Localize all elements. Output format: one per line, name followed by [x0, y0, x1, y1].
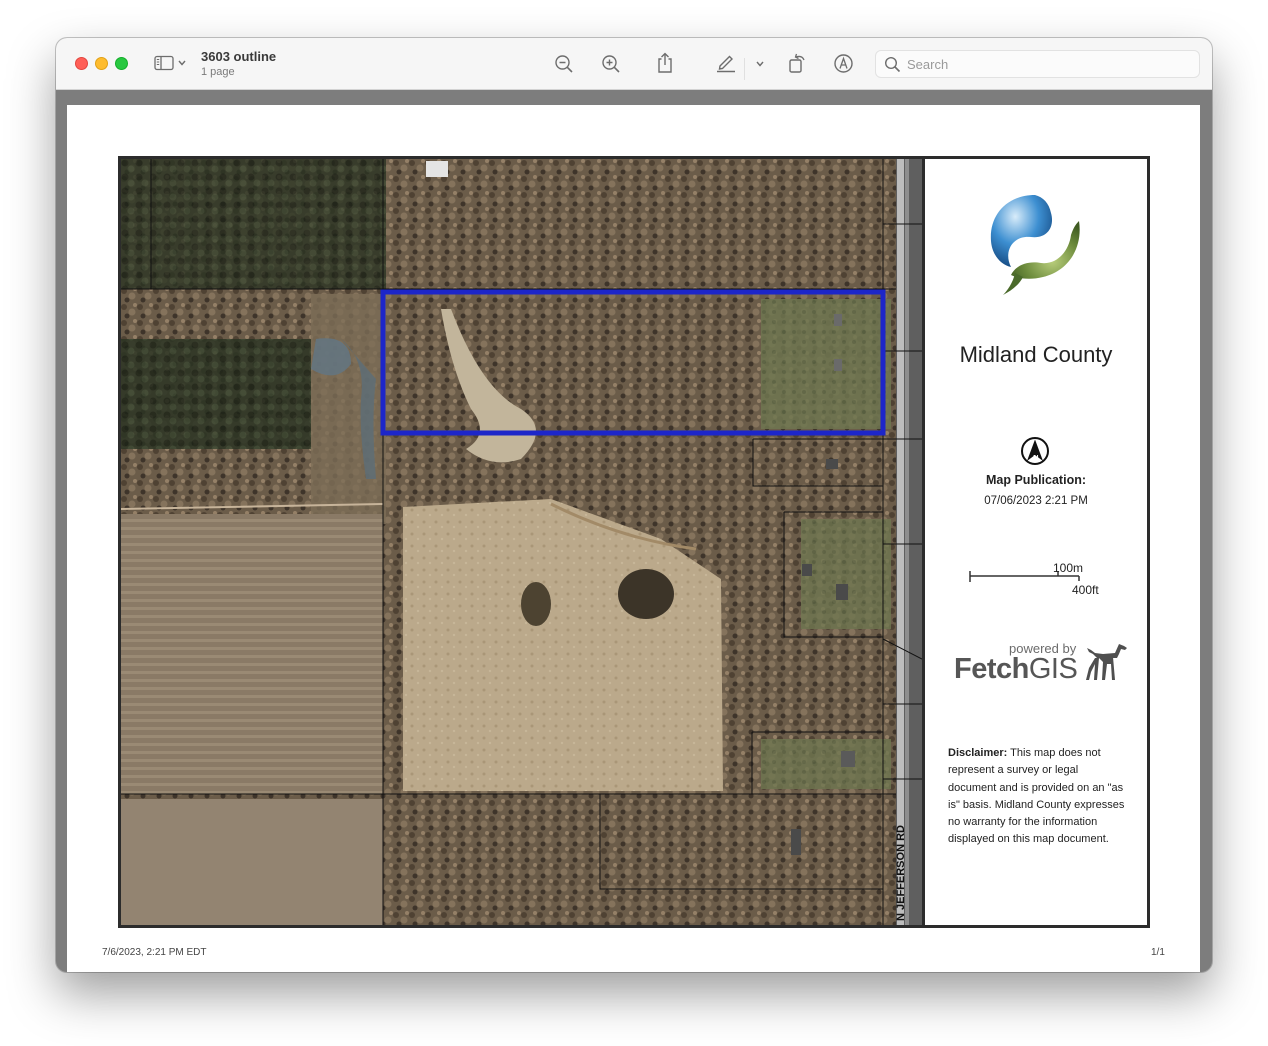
chevron-down-icon[interactable] — [755, 60, 765, 68]
pdf-page: N JEFFERSON RD Midland County N Map Publ… — [67, 105, 1200, 972]
publication-date: 07/06/2023 2:21 PM — [984, 495, 1088, 507]
toolbar-separator — [744, 58, 745, 80]
fetchgis-logo: FetchGIS — [954, 653, 1078, 686]
search-icon — [884, 56, 901, 73]
legend-panel: Midland County N Map Publication: 07/06/… — [925, 159, 1147, 925]
fetchgis-logo-fetch: Fetch — [954, 653, 1029, 685]
dog-logo-icon — [1086, 644, 1127, 680]
svg-text:N: N — [1033, 453, 1038, 462]
aerial-map: N JEFFERSON RD — [121, 159, 922, 925]
road-label: N JEFFERSON RD — [895, 825, 907, 921]
county-logo-icon — [990, 195, 1080, 295]
window-toolbar: 3603 outline 1 page Search — [56, 38, 1212, 90]
document-page-count: 1 page — [201, 66, 235, 78]
scale-metric-label: 100m — [1053, 561, 1084, 575]
minimize-window-button[interactable] — [95, 57, 108, 70]
share-icon[interactable] — [656, 52, 674, 74]
disclaimer-text: This map does not represent a survey or … — [948, 747, 1125, 846]
page-number: 1/1 — [1151, 947, 1165, 958]
fetchgis-logo-gis: GIS — [1028, 653, 1078, 685]
rotate-icon[interactable] — [787, 52, 807, 74]
map-frame: N JEFFERSON RD Midland County N Map Publ… — [118, 156, 1150, 928]
zoom-in-icon[interactable] — [601, 54, 621, 74]
publication-label: Map Publication: — [986, 473, 1086, 487]
preview-window: 3603 outline 1 page Search N JEFFERSON R… — [56, 38, 1212, 972]
annotate-icon[interactable] — [833, 53, 854, 74]
north-arrow-icon: N — [1021, 437, 1049, 465]
search-placeholder: Search — [907, 57, 949, 72]
close-window-button[interactable] — [75, 57, 88, 70]
disclaimer-label: Disclaimer: — [948, 747, 1008, 759]
disclaimer: Disclaimer: This map does not represent … — [948, 745, 1128, 849]
sidebar-icon[interactable] — [154, 55, 174, 71]
scale-imperial-label: 400ft — [1072, 583, 1099, 597]
zoom-out-icon[interactable] — [554, 54, 574, 74]
search-field[interactable]: Search — [875, 50, 1200, 78]
zoom-window-button[interactable] — [115, 57, 128, 70]
document-title: 3603 outline — [201, 49, 277, 64]
markup-pen-icon[interactable] — [715, 53, 737, 73]
chevron-down-icon[interactable] — [177, 59, 187, 67]
print-timestamp: 7/6/2023, 2:21 PM EDT — [102, 947, 207, 958]
county-name: Midland County — [959, 342, 1113, 367]
